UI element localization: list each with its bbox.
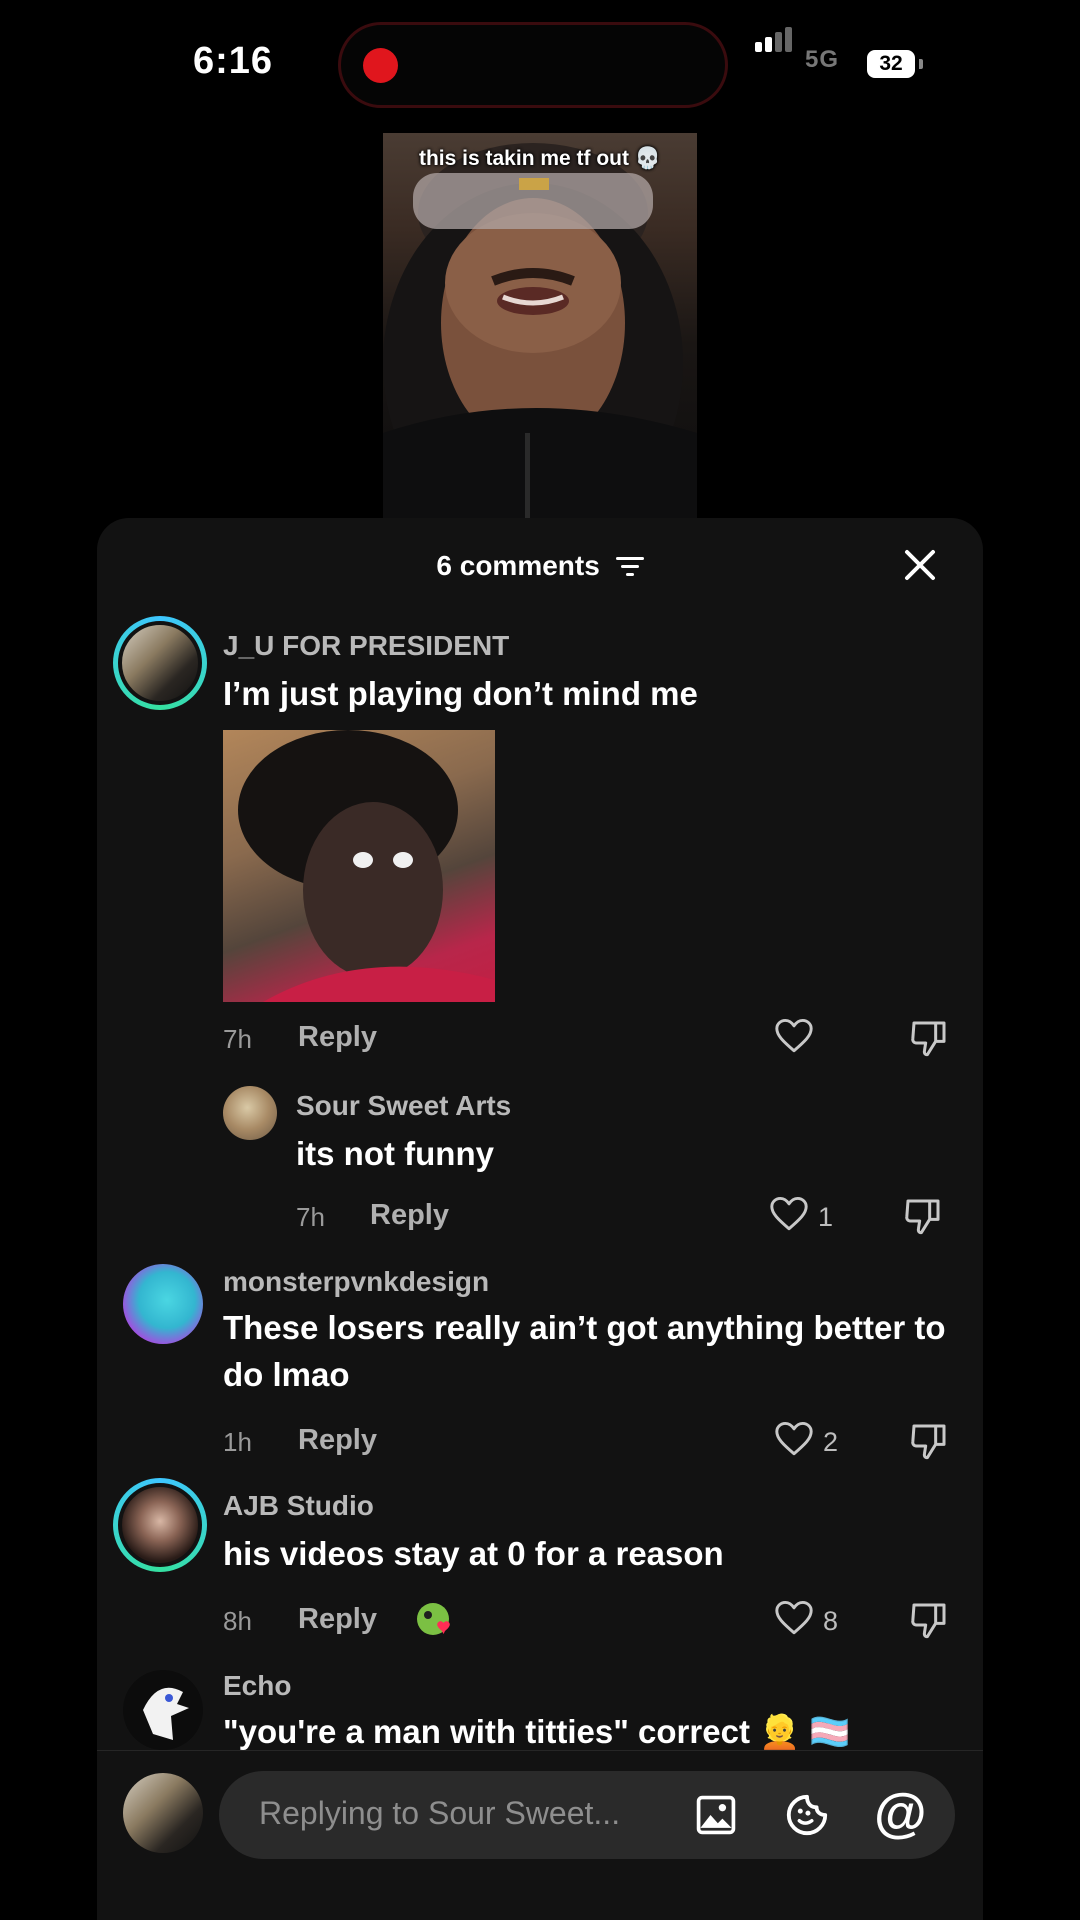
dislike-icon[interactable] <box>903 1196 943 1241</box>
avatar-art <box>143 1687 189 1740</box>
avatar[interactable] <box>113 616 207 710</box>
reply-button[interactable]: Reply <box>370 1199 449 1232</box>
network-label: 5G <box>805 46 840 73</box>
dislike-icon[interactable] <box>909 1421 949 1466</box>
heart-icon[interactable] <box>774 1018 814 1059</box>
comment-text: I’m just playing don’t mind me <box>223 675 698 712</box>
reply-button[interactable]: Reply <box>298 1021 377 1054</box>
dislike-icon[interactable] <box>909 1018 949 1063</box>
avatar[interactable] <box>123 1264 203 1344</box>
status-time: 6:16 <box>193 40 274 82</box>
creator-liked-icon <box>415 1601 457 1641</box>
comment-text: his videos stay at 0 for a reason <box>223 1535 724 1572</box>
like-count: 2 <box>823 1427 839 1457</box>
reply-button[interactable]: Reply <box>298 1603 377 1636</box>
comment-input-placeholder: Replying to Sour Sweet... <box>259 1795 621 1831</box>
comment-text: These losers really ain’t got anything b… <box>223 1309 946 1393</box>
close-icon[interactable] <box>903 548 937 587</box>
comment-text: its not funny <box>296 1135 494 1172</box>
battery-icon: 32 <box>867 50 915 78</box>
avatar[interactable] <box>223 1086 277 1140</box>
mention-icon[interactable]: @ <box>874 1783 927 1843</box>
comments-sheet: 6 comments J_U FOR PRESIDENT I’m just pl… <box>97 518 983 1920</box>
comment-time: 7h <box>223 1024 252 1054</box>
comment-gif[interactable] <box>223 730 495 1002</box>
comments-count: 6 comments <box>436 550 600 581</box>
reply-button[interactable]: Reply <box>298 1424 377 1457</box>
comment-username[interactable]: AJB Studio <box>223 1490 374 1522</box>
comment-time: 8h <box>223 1606 252 1636</box>
sticker-icon[interactable] <box>784 1792 830 1843</box>
battery-tip <box>919 59 923 69</box>
heart-icon[interactable] <box>774 1600 814 1641</box>
comment-username[interactable]: monsterpvnkdesign <box>223 1266 489 1298</box>
video-caption: this is takin me tf out 💀 <box>418 147 661 170</box>
like-count: 8 <box>823 1606 839 1636</box>
avatar[interactable] <box>113 1478 207 1572</box>
avatar[interactable] <box>123 1670 203 1750</box>
dynamic-island <box>338 22 728 108</box>
dislike-icon[interactable] <box>909 1600 949 1645</box>
like-count: 1 <box>818 1202 834 1232</box>
heart-icon[interactable] <box>774 1421 814 1462</box>
video-frame <box>383 143 697 518</box>
comment-input-bar: Replying to Sour Sweet... @ <box>97 1750 983 1920</box>
comment-username[interactable]: J_U FOR PRESIDENT <box>223 630 509 662</box>
comment-time: 1h <box>223 1427 252 1457</box>
recording-indicator-icon <box>363 48 398 83</box>
heart-icon[interactable] <box>769 1196 809 1237</box>
filter-lines-icon[interactable] <box>615 552 644 584</box>
my-avatar <box>123 1773 203 1853</box>
comment-username[interactable]: Sour Sweet Arts <box>296 1090 511 1122</box>
video-player[interactable]: this is takin me tf out 💀 <box>383 133 697 518</box>
comment-text: "you're a man with titties" correct 👱 🏳️… <box>223 1713 851 1750</box>
gif-image <box>238 730 495 1002</box>
comment-username[interactable]: Echo <box>223 1670 291 1702</box>
comment-input[interactable]: Replying to Sour Sweet... @ <box>219 1771 955 1859</box>
image-icon[interactable] <box>694 1793 738 1842</box>
comments-header: 6 comments <box>97 550 983 584</box>
comment-time: 7h <box>296 1202 325 1232</box>
